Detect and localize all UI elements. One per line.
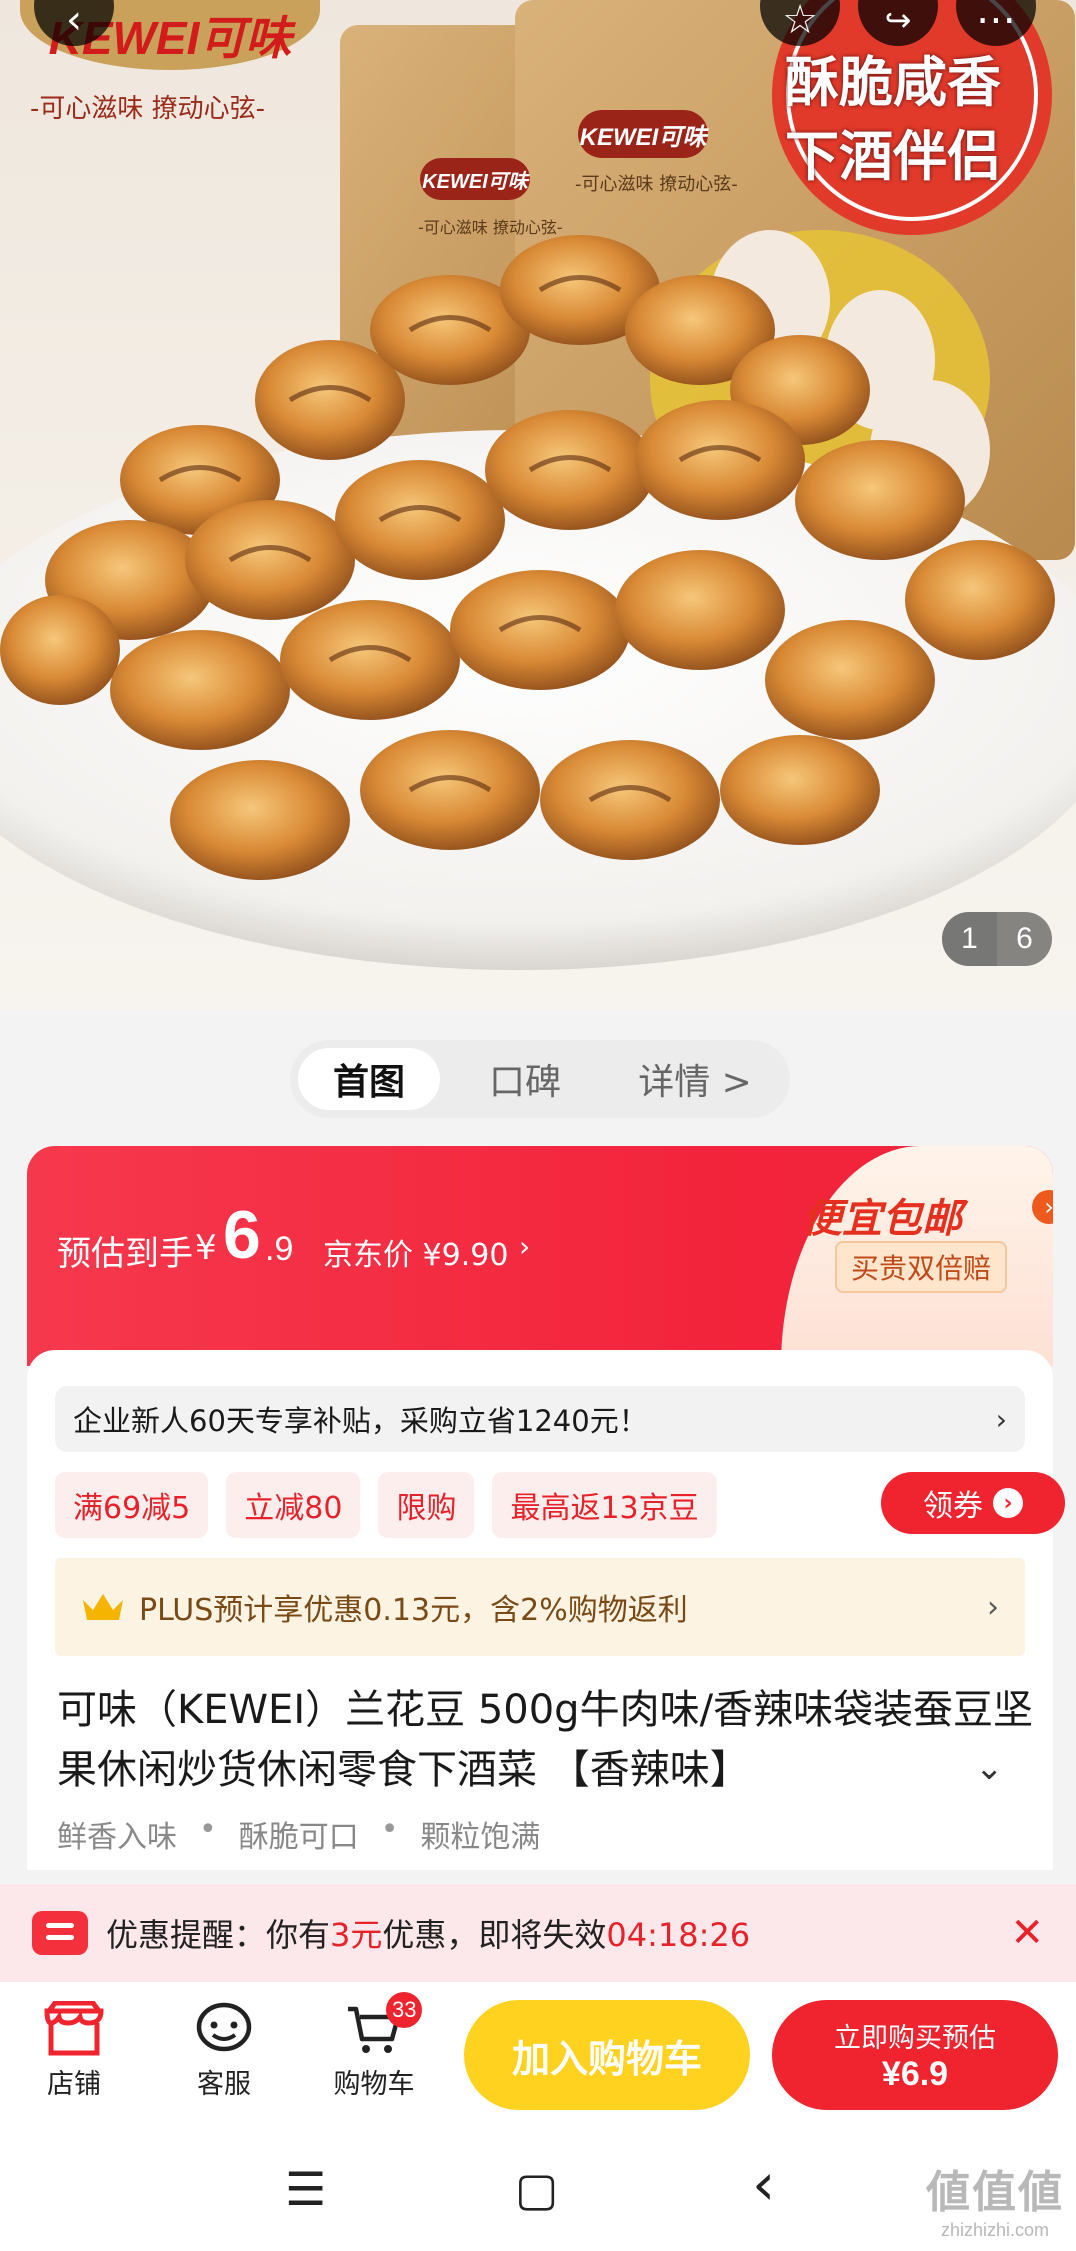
sticker-line2: 下酒伴侣 — [785, 125, 1001, 188]
subsidy-text: 企业新人60天专享补贴，采购立省1240元！ — [73, 1404, 648, 1438]
promo-tag[interactable]: 限购 — [378, 1472, 475, 1538]
chevron-right-icon: › — [995, 1402, 1007, 1436]
chevron-right-icon: › — [987, 1589, 999, 1625]
get-coupon-button[interactable]: 领券 › — [881, 1472, 1065, 1534]
buy-now-label: 立即购买预估 — [834, 2023, 996, 2054]
product-title: 可味（KEWEI）兰花豆 500g牛肉味/香辣味袋装蚕豆坚果休闲炒货休闲零食下酒… — [57, 1687, 1034, 1793]
sticker-line1: 酥脆咸香 — [785, 51, 1001, 114]
feature-tag: 酥脆可口 — [238, 1820, 359, 1855]
price-banner: 预估到手 ¥ 6 .9 京东价 ¥9.90 › 便宜包邮 › 买贵双倍赔 — [27, 1146, 1053, 1366]
expand-title-icon[interactable]: ⌄ — [975, 1748, 1004, 1788]
price-decimal: .9 — [265, 1230, 294, 1268]
customer-service-label: 客服 — [197, 2069, 251, 2100]
site-watermark: 値值値 zhizhizhi.com — [926, 2156, 1064, 2241]
feature-tag: 颗粒饱满 — [420, 1820, 541, 1855]
crown-icon — [83, 1594, 123, 1620]
cart-label: 购物车 — [333, 2069, 415, 2100]
separator-dot: • — [380, 1812, 399, 1847]
cart-count-badge: 33 — [386, 1992, 423, 2028]
image-counter-total: 6 — [1016, 922, 1033, 955]
feature-tag: 鲜香入味 — [57, 1820, 177, 1855]
recent-apps-icon[interactable]: ☰ — [285, 2162, 326, 2216]
store-button[interactable]: 店铺 — [14, 1996, 134, 2101]
price-currency: ¥ — [195, 1228, 217, 1268]
jd-price-chevron-icon: › — [519, 1230, 531, 1263]
buy-now-button[interactable]: 立即购买预估 ¥6.9 — [772, 2000, 1058, 2110]
enterprise-subsidy-bar[interactable]: 企业新人60天专享补贴，采购立省1240元！ › — [55, 1386, 1025, 1452]
image-counter: 1 6 — [942, 912, 1052, 966]
back-nav-icon[interactable]: ‹ — [752, 2150, 775, 2218]
product-image-carousel[interactable]: KEWEI可味 -可心滋味 撩动心弦- KEWEI可味 -可心滋味 撩动心弦- … — [0, 0, 1076, 1010]
watermark-logo: 値值値 — [926, 2167, 1064, 2218]
tab-main-image[interactable]: 首图 — [298, 1048, 440, 1110]
price-guarantee-badge[interactable]: 买贵双倍赔 — [835, 1241, 1008, 1293]
coupon-icon — [32, 1911, 88, 1955]
promo-tags: 满69减5 立减80 限购 最高返13京豆 — [55, 1472, 717, 1538]
chevron-right-icon: › — [993, 1488, 1023, 1518]
plus-member-bar[interactable]: PLUS预计享优惠0.13元，含2%购物返利 › — [55, 1558, 1025, 1656]
coupon-label: 领券 — [923, 1489, 983, 1524]
watermark-url: zhizhizhi.com — [940, 2220, 1050, 2240]
reminder-text: 优惠提醒：你有3元优惠，即将失效04:18:26 — [106, 1910, 1010, 1956]
reminder-prefix: 优惠提醒：你有 — [106, 1916, 331, 1954]
free-shipping-label[interactable]: 便宜包邮 — [802, 1186, 962, 1244]
image-counter-current: 1 — [942, 912, 997, 966]
cart-button[interactable]: 33 购物车 — [314, 1992, 434, 2101]
reminder-amount: 3元 — [330, 1916, 383, 1954]
buy-now-price: ¥6.9 — [881, 2055, 949, 2093]
bag-logo-left: KEWEI可味 — [420, 158, 530, 200]
bottom-action-bar: 店铺 客服 33 购物车 加入购物车 立即购买预估 ¥6.9 — [0, 1982, 1076, 2122]
reminder-middle: 优惠，即将失效 — [382, 1916, 607, 1954]
customer-service-button[interactable]: 客服 — [164, 1996, 284, 2101]
discount-reminder-bar[interactable]: 优惠提醒：你有3元优惠，即将失效04:18:26 ✕ — [0, 1884, 1076, 1982]
favorite-icon: ☆ — [782, 0, 818, 43]
store-icon — [44, 2001, 104, 2056]
promo-tag[interactable]: 最高返13京豆 — [492, 1472, 717, 1538]
chat-icon — [196, 2002, 252, 2052]
plus-text: PLUS预计享优惠0.13元，含2%购物返利 — [139, 1593, 688, 1628]
promo-tag[interactable]: 满69减5 — [55, 1472, 209, 1538]
brand-slogan: -可心滋味 撩动心弦- — [30, 94, 266, 124]
product-info-card: 企业新人60天专享补贴，采购立省1240元！ › 满69减5 立减80 限购 最… — [27, 1350, 1065, 1870]
home-icon[interactable]: ▢ — [515, 2162, 558, 2216]
estimated-price-label: 预估到手 — [57, 1234, 193, 1274]
bag-slogan-left: -可心滋味 撩动心弦- — [418, 218, 563, 237]
store-label: 店铺 — [47, 2069, 101, 2100]
jd-price[interactable]: 京东价 ¥9.90 — [323, 1230, 508, 1274]
back-icon: ‹ — [66, 0, 82, 43]
close-icon[interactable]: ✕ — [1010, 1910, 1044, 1956]
tab-reviews[interactable]: 口碑 — [440, 1048, 610, 1110]
share-icon: ↪ — [884, 1, 912, 39]
price-integer: 6 — [223, 1197, 261, 1273]
add-to-cart-button[interactable]: 加入购物车 — [464, 2000, 750, 2110]
section-tabs: 首图 口碑 详情 > — [290, 1040, 790, 1118]
reminder-countdown: 04:18:26 — [606, 1916, 751, 1954]
promo-tag[interactable]: 立减80 — [226, 1472, 361, 1538]
more-icon: ⋯ — [976, 0, 1016, 43]
tab-details[interactable]: 详情 > — [610, 1048, 780, 1110]
separator-dot: • — [199, 1812, 217, 1847]
bag-logo: KEWEI可味 — [578, 110, 708, 158]
product-feature-tags: 鲜香入味 • 酥脆可口 • 颗粒饱满 — [57, 1812, 540, 1856]
bag-slogan: -可心滋味 撩动心弦- — [575, 174, 738, 195]
system-navigation-bar: ☰ ▢ ‹ 値值値 zhizhizhi.com — [0, 2122, 1076, 2251]
